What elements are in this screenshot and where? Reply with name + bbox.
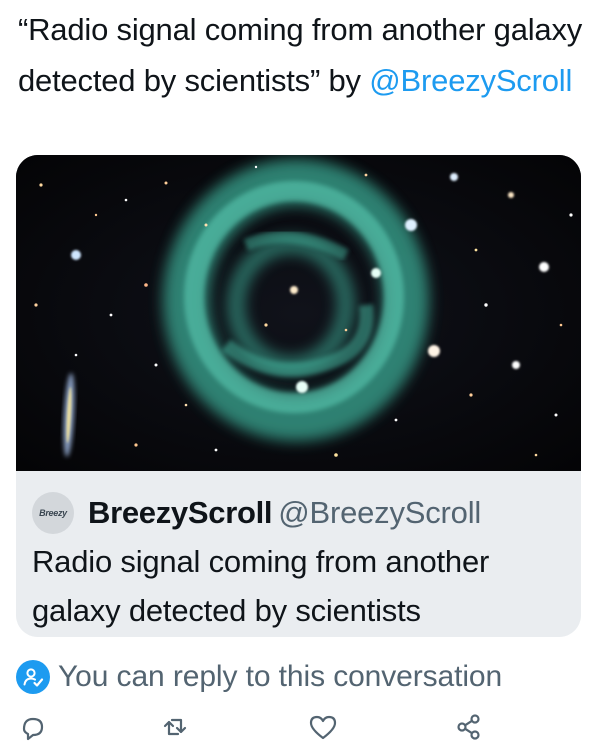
share-button[interactable] [452, 712, 486, 742]
comment-icon [22, 717, 44, 741]
mention-link[interactable]: @BreezyScroll [369, 63, 572, 98]
reply-notice-text: You can reply to this conversation [58, 660, 503, 693]
radio-galaxy-photo [16, 155, 581, 471]
author-handle: @BreezyScroll [278, 495, 482, 530]
avatar: Breezy [32, 492, 74, 534]
reply-permission-notice: You can reply to this conversation [16, 655, 502, 699]
card-author-row: Breezy BreezyScroll @BreezyScroll [32, 491, 481, 535]
tweet-action-bar [0, 712, 597, 742]
heart-icon [309, 715, 337, 740]
link-preview-card[interactable]: Breezy BreezyScroll @BreezyScroll Radio … [16, 155, 581, 637]
card-image[interactable] [16, 155, 581, 471]
reply-button[interactable] [16, 712, 50, 742]
person-check-icon [16, 660, 50, 694]
retweet-icon [163, 718, 187, 736]
avatar-logo-text: Breezy [39, 508, 67, 518]
card-meta[interactable]: Breezy BreezyScroll @BreezyScroll Radio … [16, 471, 581, 637]
card-title: Radio signal coming from another galaxy … [32, 544, 490, 628]
share-icon [457, 714, 480, 740]
like-button[interactable] [306, 712, 340, 742]
retweet-button[interactable] [158, 712, 192, 742]
author-name: BreezyScroll [88, 495, 273, 530]
tweet-text: “Radio signal coming from another galaxy… [18, 4, 588, 106]
